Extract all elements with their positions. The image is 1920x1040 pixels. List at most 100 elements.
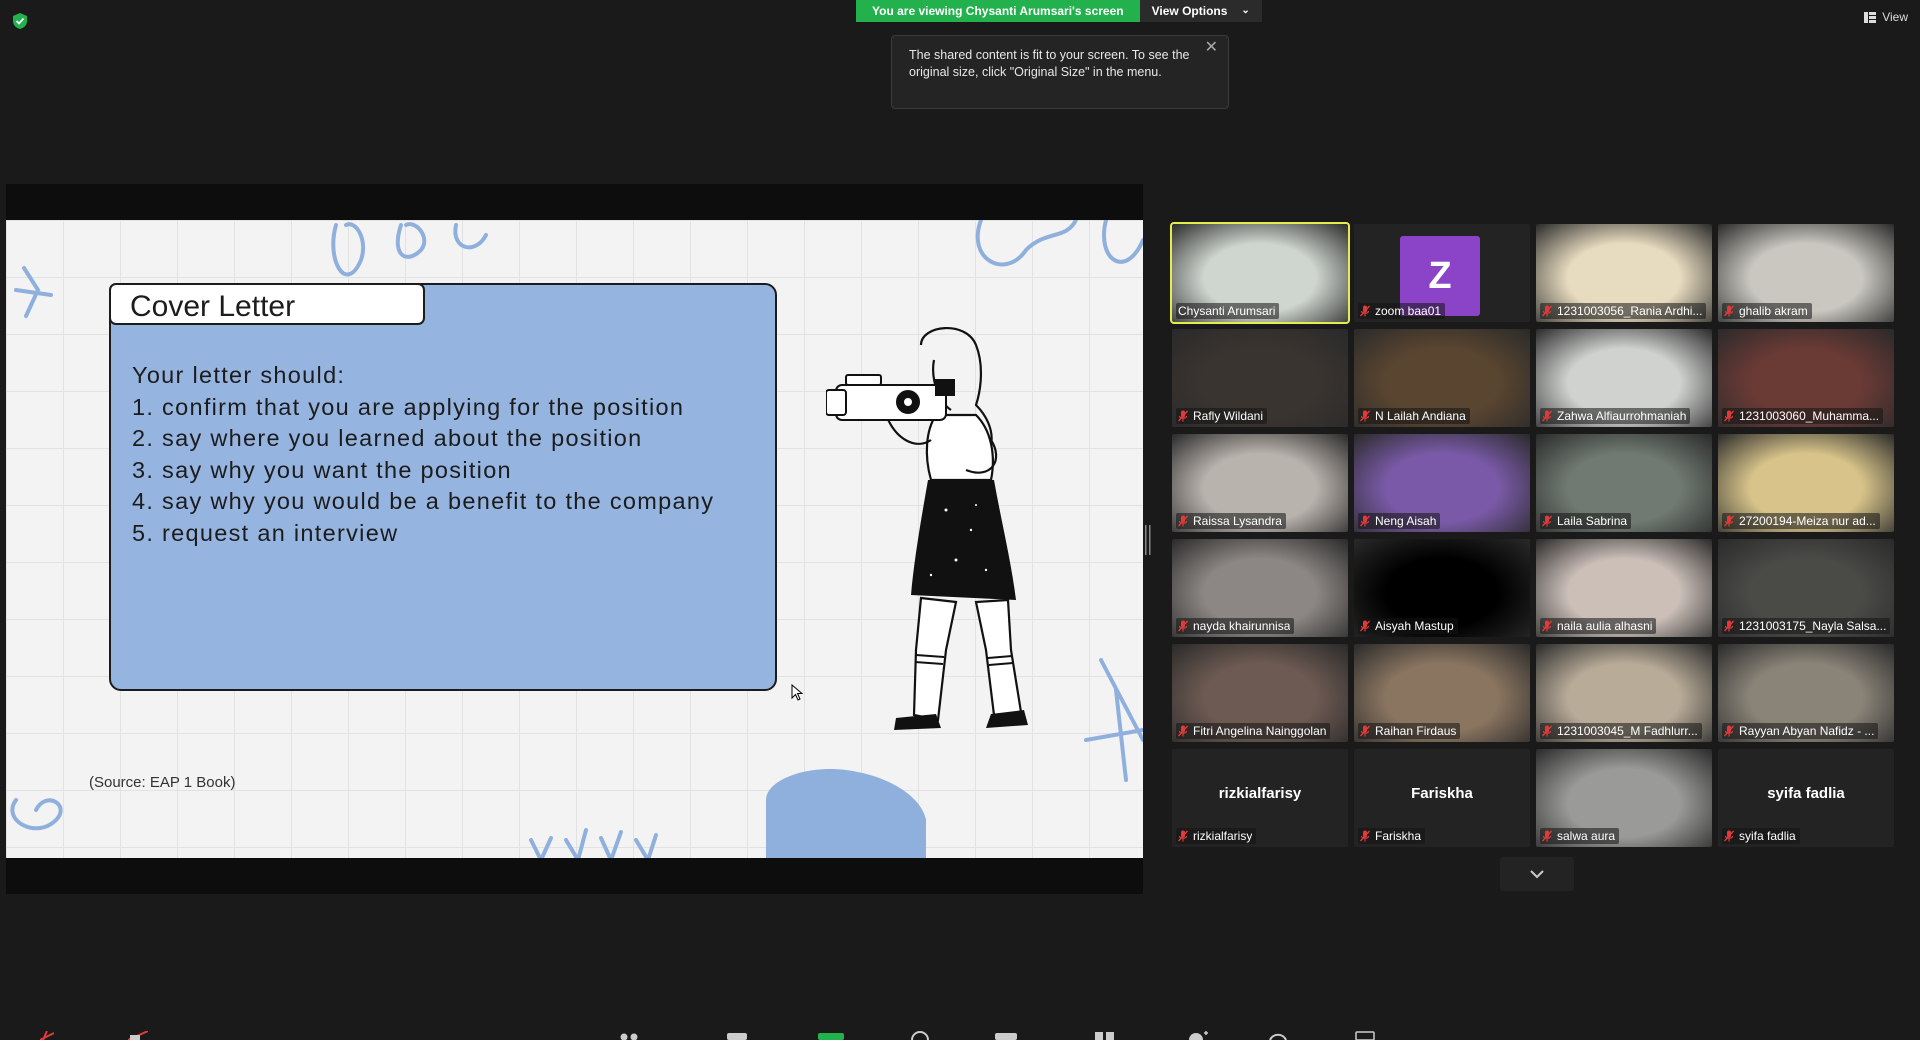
- cover-letter-title-box: Cover Letter: [109, 283, 425, 325]
- list-item: 2. say where you learned about the posit…: [132, 425, 643, 451]
- participant-tile[interactable]: ghalib akram: [1718, 224, 1894, 322]
- microphone-muted-icon[interactable]: [40, 1031, 54, 1040]
- participant-tile[interactable]: 1231003175_Nayla Salsa...: [1718, 539, 1894, 637]
- participant-name-label: Fariskha: [1358, 828, 1426, 844]
- viewing-screen-label: You are viewing Chysanti Arumsari's scre…: [856, 0, 1140, 22]
- participant-name-label: naila aulia alhasni: [1540, 618, 1657, 634]
- participant-tile[interactable]: Rafly Wildani: [1172, 329, 1348, 427]
- participant-tile[interactable]: 1231003045_M Fadhlurr...: [1536, 644, 1712, 742]
- microphone-muted-icon: [1178, 620, 1188, 632]
- microphone-muted-icon: [1724, 620, 1734, 632]
- list-item: 3. say why you want the position: [132, 456, 512, 483]
- participant-tile[interactable]: rizkialfarisy rizkialfarisy: [1172, 749, 1348, 847]
- apps-icon[interactable]: [1095, 1031, 1115, 1040]
- participant-name-label: 1231003175_Nayla Salsa...: [1722, 618, 1891, 634]
- participant-display-name: syifa fadlia: [1767, 785, 1845, 802]
- participant-name-label: Zahwa Alfiaurrohmaniah: [1540, 408, 1691, 424]
- participant-name-label: Raihan Firdaus: [1358, 723, 1461, 739]
- participant-name-label: Aisyah Mastup: [1358, 618, 1458, 634]
- list-item: 1. confirm that you are applying for the…: [132, 393, 685, 420]
- grid-view-icon: [1864, 11, 1877, 23]
- mouse-cursor-icon: [791, 684, 804, 701]
- participant-name: N Lailah Andiana: [1375, 409, 1466, 423]
- microphone-muted-icon: [1360, 515, 1370, 527]
- record-icon[interactable]: [910, 1031, 930, 1040]
- participants-icon[interactable]: [618, 1031, 640, 1040]
- participant-name-label: 27200194-Meiza nur ad...: [1722, 513, 1880, 529]
- participant-tile[interactable]: 1231003056_Rania Ardhi...: [1536, 224, 1712, 322]
- participant-tile[interactable]: syifa fadlia syifa fadlia: [1718, 749, 1894, 847]
- participant-name-label: 1231003045_M Fadhlurr...: [1540, 723, 1702, 739]
- participant-tile[interactable]: Aisyah Mastup: [1354, 539, 1530, 637]
- participant-name-label: zoom baa01: [1358, 303, 1446, 319]
- participant-name-label: N Lailah Andiana: [1358, 408, 1470, 424]
- share-screen-icon[interactable]: [818, 1031, 844, 1040]
- microphone-muted-icon: [1724, 410, 1734, 422]
- chat-icon[interactable]: [727, 1031, 747, 1040]
- close-icon[interactable]: ✕: [1205, 39, 1218, 56]
- participant-name: 1231003060_Muhamma...: [1739, 409, 1880, 423]
- participant-name: Aisyah Mastup: [1375, 619, 1454, 633]
- participant-name: 1231003045_M Fadhlurr...: [1557, 724, 1698, 738]
- participant-name: Chysanti Arumsari: [1178, 304, 1276, 318]
- participant-tile[interactable]: 1231003060_Muhamma...: [1718, 329, 1894, 427]
- split-resize-handle[interactable]: [1145, 525, 1151, 555]
- participant-tile[interactable]: Fariskha Fariskha: [1354, 749, 1530, 847]
- microphone-muted-icon: [1542, 515, 1552, 527]
- view-button[interactable]: View: [1864, 10, 1908, 24]
- participant-tile[interactable]: salwa aura: [1536, 749, 1712, 847]
- participant-name: salwa aura: [1557, 829, 1616, 843]
- participant-name-label: 1231003056_Rania Ardhi...: [1540, 303, 1707, 319]
- microphone-muted-icon: [1360, 410, 1370, 422]
- microphone-muted-icon: [1724, 515, 1734, 527]
- more-icon[interactable]: [1268, 1031, 1288, 1040]
- participant-name-label: Laila Sabrina: [1540, 513, 1632, 529]
- screen-share-banner: You are viewing Chysanti Arumsari's scre…: [856, 0, 1262, 22]
- participant-name: syifa fadlia: [1739, 829, 1796, 843]
- chevron-down-icon: [1530, 869, 1544, 878]
- participant-name: nayda khairunnisa: [1193, 619, 1291, 633]
- participant-tile[interactable]: Zahwa Alfiaurrohmaniah: [1536, 329, 1712, 427]
- participant-tile[interactable]: N Lailah Andiana: [1354, 329, 1530, 427]
- participant-tile[interactable]: 27200194-Meiza nur ad...: [1718, 434, 1894, 532]
- participant-tile[interactable]: Chysanti Arumsari: [1170, 222, 1350, 324]
- microphone-muted-icon: [1360, 620, 1370, 632]
- chevron-down-icon: ⌄: [1241, 5, 1250, 16]
- participant-name: Raissa Lysandra: [1193, 514, 1282, 528]
- participant-display-name: rizkialfarisy: [1218, 785, 1302, 802]
- participant-tile[interactable]: Raissa Lysandra: [1172, 434, 1348, 532]
- participant-tile[interactable]: Neng Aisah: [1354, 434, 1530, 532]
- participant-name: naila aulia alhasni: [1557, 619, 1653, 633]
- leave-icon[interactable]: [1355, 1031, 1375, 1040]
- microphone-muted-icon: [1542, 410, 1552, 422]
- microphone-muted-icon: [1360, 725, 1370, 737]
- participant-name: 27200194-Meiza nur ad...: [1739, 514, 1876, 528]
- participant-tile[interactable]: Raihan Firdaus: [1354, 644, 1530, 742]
- microphone-muted-icon: [1542, 620, 1552, 632]
- view-options-button[interactable]: View Options ⌄: [1139, 0, 1262, 22]
- security-shield-icon[interactable]: [12, 12, 28, 30]
- microphone-muted-icon: [1178, 410, 1188, 422]
- participant-name-label: Fitri Angelina Nainggolan: [1176, 723, 1331, 739]
- tooltip-text: The shared content is fit to your screen…: [909, 48, 1190, 79]
- participant-name: Neng Aisah: [1375, 514, 1437, 528]
- reactions-icon[interactable]: [995, 1031, 1017, 1040]
- participant-name-label: Chysanti Arumsari: [1176, 303, 1280, 319]
- participant-tile[interactable]: Fitri Angelina Nainggolan: [1172, 644, 1348, 742]
- participant-name-label: Neng Aisah: [1358, 513, 1441, 529]
- microphone-muted-icon: [1178, 515, 1188, 527]
- microphone-muted-icon: [1724, 725, 1734, 737]
- whiteboard-icon[interactable]: [1188, 1031, 1210, 1040]
- microphone-muted-icon: [1542, 725, 1552, 737]
- participant-tile[interactable]: naila aulia alhasni: [1536, 539, 1712, 637]
- participant-display-name: Fariskha: [1411, 785, 1473, 802]
- list-item: 5. request an interview: [132, 519, 399, 546]
- gallery-next-page-button[interactable]: [1500, 857, 1574, 891]
- participant-tile[interactable]: Rayyan Abyan Nafidz - ...: [1718, 644, 1894, 742]
- participant-tile[interactable]: nayda khairunnisa: [1172, 539, 1348, 637]
- participant-tile[interactable]: Laila Sabrina: [1536, 434, 1712, 532]
- video-stopped-icon[interactable]: [128, 1031, 148, 1040]
- participant-tile[interactable]: Zzoom baa01: [1354, 224, 1530, 322]
- microphone-muted-icon: [1178, 830, 1188, 842]
- cover-letter-list: Your letter should: 1. confirm that you …: [132, 360, 752, 549]
